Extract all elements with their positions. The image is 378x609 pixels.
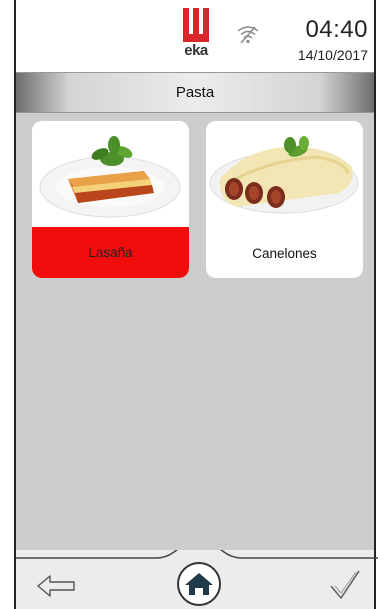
recipe-grid: Lasaña Canelones [16, 113, 374, 550]
cannelloni-photo [206, 121, 363, 227]
category-title-bar: Pasta [16, 72, 374, 113]
clock-date: 14/10/2017 [297, 47, 368, 63]
arrow-left-icon[interactable] [36, 573, 76, 599]
logo-wordmark: eka [184, 42, 208, 59]
checkmark-icon[interactable] [328, 568, 362, 602]
status-bar: eka 04:40 14/10/2017 [16, 0, 374, 72]
clock-time: 04:40 [305, 16, 368, 43]
bottom-nav-bar [16, 550, 378, 609]
recipe-card-lasana[interactable]: Lasaña [32, 121, 189, 278]
lasagna-photo [32, 121, 189, 227]
page-title: Pasta [175, 84, 215, 101]
logo-mark [183, 8, 209, 44]
home-icon[interactable] [169, 561, 229, 607]
eka-logo: eka [179, 8, 213, 60]
recipe-card-canelones[interactable]: Canelones [206, 121, 363, 278]
wifi-off-icon [237, 26, 259, 44]
recipe-label: Canelones [252, 246, 317, 261]
recipe-label: Lasaña [32, 227, 189, 278]
device-screen: eka 04:40 14/10/2017 Pasta Lasaña Canelo… [14, 0, 378, 609]
